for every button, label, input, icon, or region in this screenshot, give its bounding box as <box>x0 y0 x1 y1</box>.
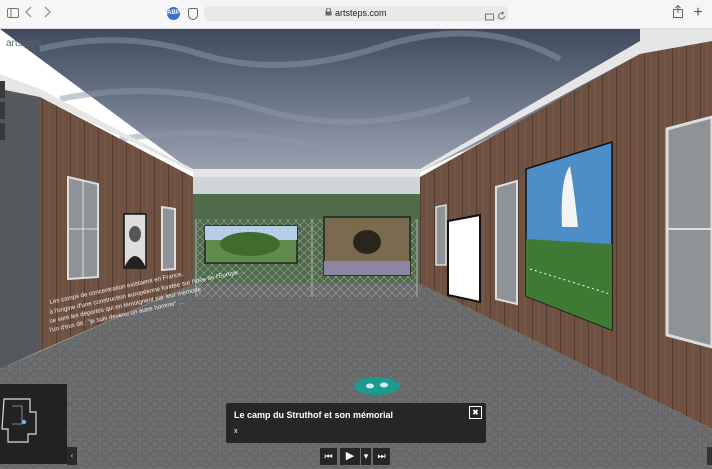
play-button[interactable]: ▶ <box>340 448 360 465</box>
left-toolbar <box>0 81 5 144</box>
adblock-badge[interactable]: ABP <box>167 7 180 20</box>
translate-icon[interactable] <box>485 9 494 27</box>
next-button[interactable]: ⏭ <box>373 448 390 465</box>
minimap-toggle-button[interactable]: ‹ <box>67 447 77 465</box>
logo: artsteps <box>6 38 42 49</box>
caption-subtitle: x <box>234 428 238 435</box>
minimap-position-marker <box>21 419 27 425</box>
right-window-3 <box>665 115 712 349</box>
minimap[interactable] <box>0 384 67 464</box>
back-icon[interactable] <box>24 5 34 21</box>
forward-icon[interactable] <box>42 5 52 21</box>
right-window-2 <box>495 179 518 306</box>
right-window-1 <box>435 204 447 266</box>
footprint-icon[interactable] <box>354 377 400 395</box>
shield-icon[interactable] <box>188 8 198 20</box>
tool-button-2[interactable] <box>0 102 5 119</box>
lock-icon <box>325 7 335 18</box>
left-window-2 <box>161 205 176 272</box>
tour-menu-button[interactable]: ▾ <box>361 448 371 465</box>
caption-close-button[interactable]: ✖ <box>469 406 482 419</box>
new-tab-icon[interactable]: + <box>692 5 704 21</box>
tool-button-1[interactable] <box>0 81 5 98</box>
share-icon[interactable] <box>672 4 684 21</box>
sidebar-icon[interactable] <box>7 5 19 21</box>
browser-toolbar: ABP artsteps.com + <box>0 0 712 29</box>
artwork-caption-panel: Le camp du Struthof et son mémorial x ✖ <box>226 403 486 443</box>
artwork-blank[interactable] <box>447 213 481 304</box>
previous-button[interactable]: ⏮ <box>320 448 337 465</box>
reload-icon[interactable] <box>497 8 506 26</box>
caption-title: Le camp du Struthof et son mémorial <box>234 410 394 420</box>
address-bar[interactable]: artsteps.com <box>204 6 508 21</box>
tool-button-3[interactable] <box>0 123 5 140</box>
right-panel-handle[interactable] <box>707 447 712 465</box>
url-text: artsteps.com <box>204 6 508 21</box>
